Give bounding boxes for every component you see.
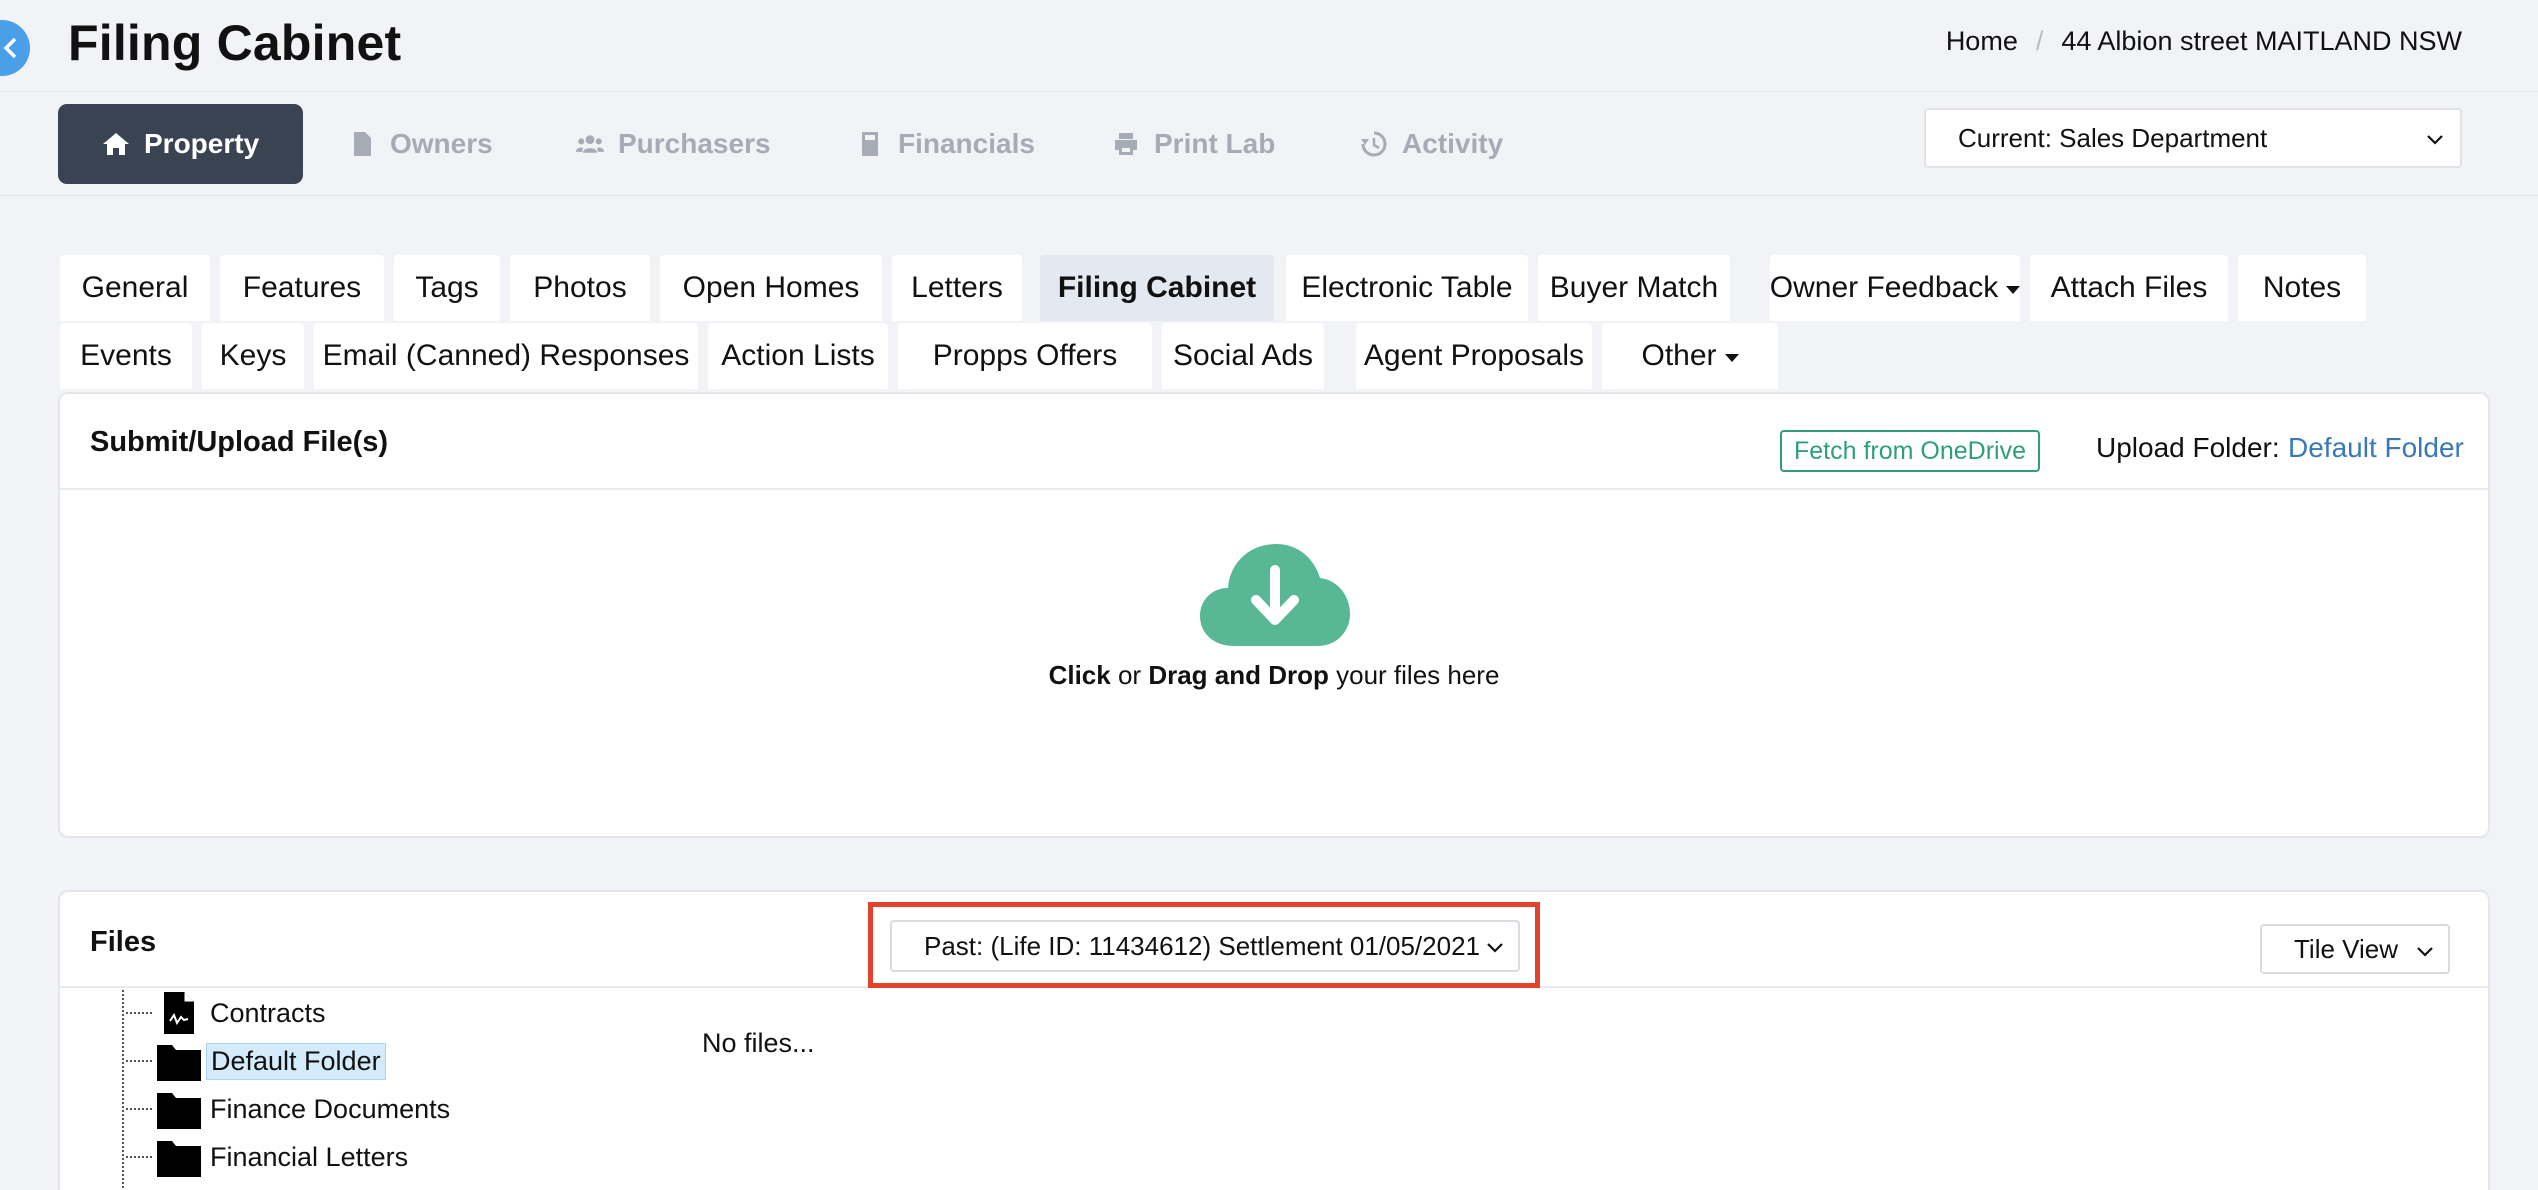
tab-buyer-match[interactable]: Buyer Match <box>1538 255 1730 321</box>
calculator-icon <box>862 132 878 156</box>
chevron-down-icon <box>2427 135 2443 145</box>
tree-item-label: Default Folder <box>206 1042 386 1080</box>
department-select-value: Current: Sales Department <box>1958 122 2268 153</box>
drop-click-text: Click <box>1048 660 1111 690</box>
nav-owners[interactable]: Owners <box>348 104 493 184</box>
tree-connector <box>126 1108 152 1110</box>
nav-activity-label: Activity <box>1402 128 1504 159</box>
tree-item-default-folder[interactable]: Default Folder <box>126 1038 386 1084</box>
files-title: Files <box>90 926 157 958</box>
users-icon <box>576 135 604 153</box>
tab-photos[interactable]: Photos <box>510 255 650 321</box>
tree-connector <box>126 1012 152 1014</box>
tab-filing-cabinet[interactable]: Filing Cabinet <box>1040 255 1274 321</box>
drop-rest-text: your files here <box>1328 660 1500 690</box>
tab-letters[interactable]: Letters <box>892 255 1022 321</box>
tab-attach-files[interactable]: Attach Files <box>2030 255 2228 321</box>
upload-card: Submit/Upload File(s) Fetch from OneDriv… <box>58 392 2490 838</box>
tree-guide-line <box>122 990 124 1190</box>
files-card-header: Files Past: (Life ID: 11434612) Settleme… <box>60 892 2488 988</box>
folder-icon <box>157 1093 201 1129</box>
tree-item-contracts[interactable]: Contracts <box>126 990 330 1036</box>
upload-folder-label: Upload Folder: <box>2096 432 2280 463</box>
tab-tags[interactable]: Tags <box>394 255 500 321</box>
tree-item-label: Finance Documents <box>210 1093 451 1124</box>
upload-folder-link[interactable]: Default Folder <box>2288 432 2464 464</box>
tab-features[interactable]: Features <box>220 255 384 321</box>
chevron-down-icon <box>2417 947 2433 957</box>
tab-keys[interactable]: Keys <box>202 323 304 389</box>
tab-agent-proposals[interactable]: Agent Proposals <box>1356 323 1592 389</box>
nav-financials-label: Financials <box>898 128 1035 159</box>
tree-item-label: Financial Letters <box>210 1141 409 1172</box>
view-select-value: Tile View <box>2294 933 2399 964</box>
files-card: Files Past: (Life ID: 11434612) Settleme… <box>58 890 2490 1190</box>
breadcrumb-separator: / <box>2035 26 2044 56</box>
nav-activity[interactable]: Activity <box>1360 104 1503 184</box>
nav-purchasers[interactable]: Purchasers <box>576 104 771 184</box>
history-icon <box>1361 131 1387 157</box>
nav-purchasers-label: Purchasers <box>618 128 771 159</box>
no-files-text: No files... <box>702 1028 815 1058</box>
contract-file-icon <box>164 992 194 1034</box>
caret-down-icon <box>2006 286 2021 294</box>
tab-open-homes[interactable]: Open Homes <box>660 255 882 321</box>
folder-icon <box>157 1045 201 1081</box>
tree-connector <box>126 1156 152 1158</box>
tab-owner-feedback-label: Owner Feedback <box>1769 271 1999 304</box>
tab-action-lists[interactable]: Action Lists <box>708 323 888 389</box>
breadcrumb: Home / 44 Albion street MAITLAND NSW <box>1946 26 2462 57</box>
tab-electronic-table[interactable]: Electronic Table <box>1286 255 1528 321</box>
chevron-down-icon <box>1487 943 1503 953</box>
main-nav: Property Owners Purchasers Financials Pr… <box>0 93 2538 196</box>
tree-connector <box>126 1060 152 1062</box>
drop-drag-text: Drag and Drop <box>1148 660 1329 690</box>
file-icon <box>354 132 371 156</box>
tab-email-canned-responses[interactable]: Email (Canned) Responses <box>314 323 698 389</box>
caret-down-icon <box>1724 354 1739 362</box>
life-select-value: Past: (Life ID: 11434612) Settlement 01/… <box>924 930 1480 961</box>
tab-general[interactable]: General <box>60 255 210 321</box>
tree-item-financial-letters[interactable]: Financial Letters <box>126 1134 412 1180</box>
nav-property-label: Property <box>144 128 260 159</box>
cloud-download-icon <box>1200 544 1350 646</box>
page-title: Filing Cabinet <box>68 15 402 71</box>
tab-other[interactable]: Other <box>1602 323 1778 389</box>
view-select[interactable]: Tile View <box>2260 924 2450 974</box>
nav-owners-label: Owners <box>390 128 493 159</box>
breadcrumb-current: 44 Albion street MAITLAND NSW <box>2061 26 2462 56</box>
printer-icon <box>1115 133 1137 155</box>
fetch-onedrive-button[interactable]: Fetch from OneDrive <box>1780 430 2041 472</box>
nav-financials[interactable]: Financials <box>856 104 1035 184</box>
life-select[interactable]: Past: (Life ID: 11434612) Settlement 01/… <box>890 920 1520 972</box>
drop-or-text: or <box>1110 660 1149 690</box>
upload-title: Submit/Upload File(s) <box>90 426 389 458</box>
tab-other-label: Other <box>1641 339 1717 372</box>
top-header: Filing Cabinet Home / 44 Albion street M… <box>0 0 2538 92</box>
nav-print-lab-label: Print Lab <box>1154 128 1276 159</box>
tab-propps-offers[interactable]: Propps Offers <box>898 323 1152 389</box>
drop-instructions: Click or Drag and Drop your files here <box>60 660 2488 691</box>
tree-item-finance-documents[interactable]: Finance Documents <box>126 1086 454 1132</box>
tree-item-label: Contracts <box>210 997 326 1028</box>
back-button[interactable] <box>0 20 30 76</box>
folder-icon <box>157 1141 201 1177</box>
tab-events[interactable]: Events <box>60 323 192 389</box>
nav-property[interactable]: Property <box>58 104 304 184</box>
tab-notes[interactable]: Notes <box>2238 255 2366 321</box>
breadcrumb-home[interactable]: Home <box>1946 26 2018 57</box>
tab-owner-feedback[interactable]: Owner Feedback <box>1769 255 2021 321</box>
department-select[interactable]: Current: Sales Department <box>1924 108 2462 168</box>
home-icon <box>103 133 129 155</box>
nav-print-lab[interactable]: Print Lab <box>1112 104 1275 184</box>
tab-social-ads[interactable]: Social Ads <box>1162 323 1324 389</box>
chevron-left-icon <box>3 37 17 59</box>
upload-card-header: Submit/Upload File(s) Fetch from OneDriv… <box>60 394 2488 490</box>
drop-zone[interactable]: Click or Drag and Drop your files here <box>60 492 2488 836</box>
